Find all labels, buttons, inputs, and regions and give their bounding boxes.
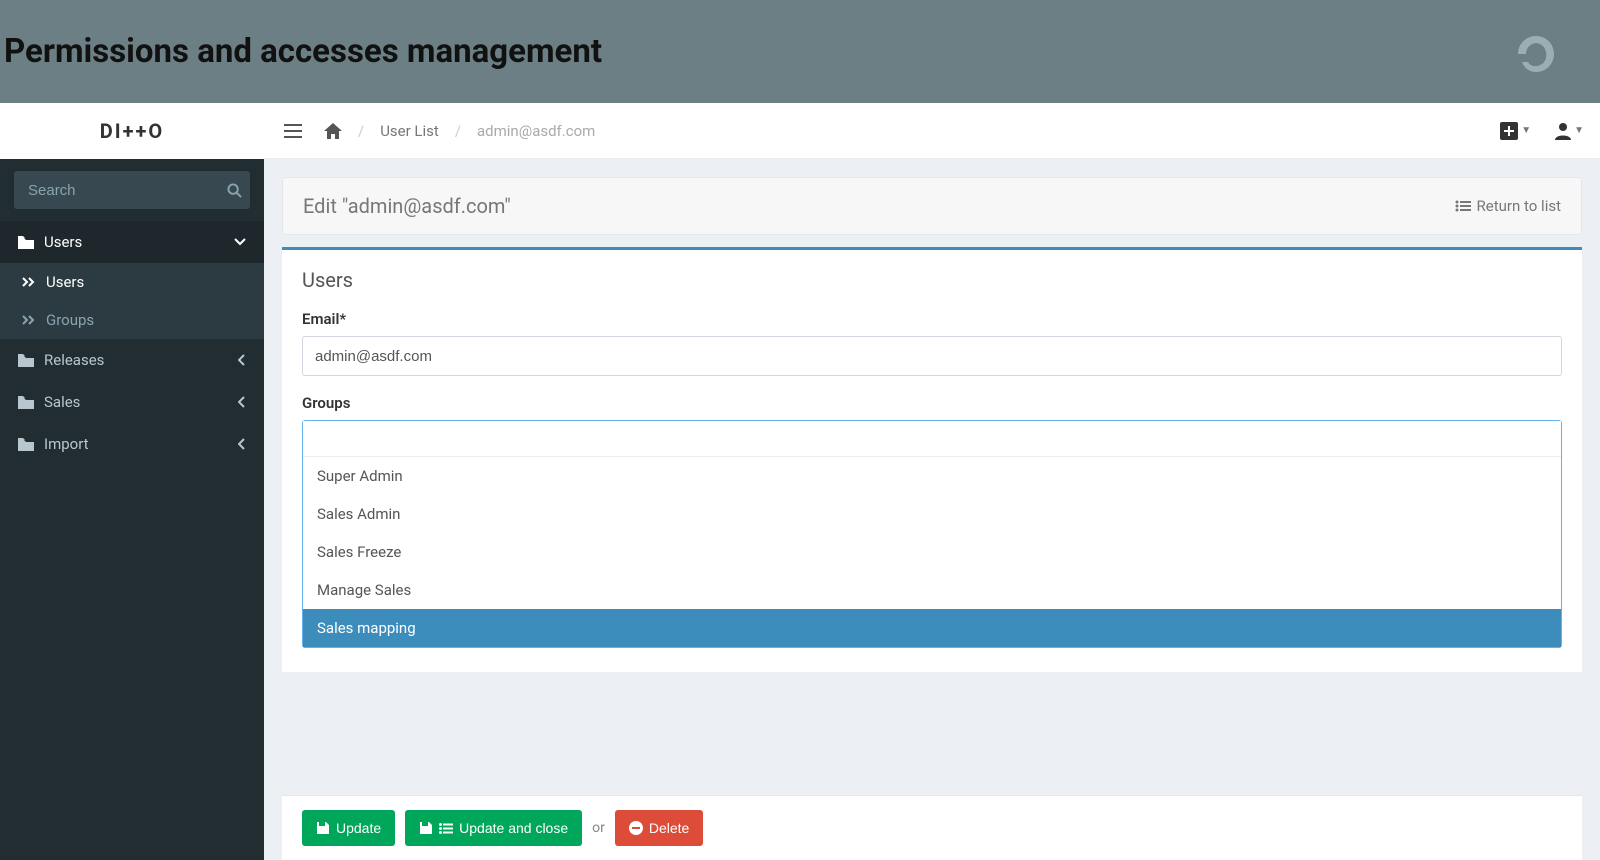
sidebar-subitem-label: Users [46, 273, 84, 291]
sidebar-item-label: Sales [44, 393, 80, 411]
sidebar-search[interactable] [14, 171, 250, 209]
email-label: Email* [302, 310, 1562, 328]
breadcrumb: / User List / admin@asdf.com [324, 122, 595, 140]
caret-down-icon: ▼ [1521, 125, 1531, 136]
email-group: Email* [302, 310, 1562, 376]
list-icon [1455, 200, 1471, 212]
update-close-label: Update and close [459, 820, 568, 836]
folder-icon [18, 354, 34, 367]
app-frame: DI++O Users Users [0, 103, 1600, 860]
topnav: / User List / admin@asdf.com ▼ ▼ [264, 103, 1600, 159]
breadcrumb-sep: / [358, 122, 364, 140]
folder-icon [18, 236, 34, 249]
groups-options-list: Super Admin Sales Admin Sales Freeze Man… [303, 457, 1561, 647]
breadcrumb-item: admin@asdf.com [477, 122, 595, 140]
panel-body: Users Email* Groups Super Admin Sales Ad… [282, 247, 1582, 672]
sidebar-subitem-groups[interactable]: Groups [0, 301, 264, 339]
folder-icon [18, 438, 34, 451]
plus-square-icon [1500, 122, 1518, 140]
save-icon [419, 821, 433, 835]
search-input[interactable] [28, 182, 227, 199]
page-banner: Permissions and accesses management [0, 0, 1600, 103]
or-text: or [592, 820, 605, 836]
list-icon [439, 823, 453, 834]
delete-button[interactable]: Delete [615, 810, 703, 846]
sidebar-search-wrap [0, 159, 264, 221]
footer-actions: Update Update and close or Dele [282, 795, 1582, 860]
sidebar-item-label: Import [44, 435, 89, 453]
return-to-list-button[interactable]: Return to list [1455, 197, 1561, 215]
home-icon[interactable] [324, 123, 342, 139]
sidebar-item-import[interactable]: Import [0, 423, 264, 465]
minus-circle-icon [629, 821, 643, 835]
update-button[interactable]: Update [302, 810, 395, 846]
sidebar-item-label: Users [44, 233, 82, 251]
delete-label: Delete [649, 820, 689, 836]
search-icon [227, 183, 242, 198]
leaf-icon [1512, 30, 1560, 78]
update-label: Update [336, 820, 381, 836]
group-option[interactable]: Sales Freeze [303, 533, 1561, 571]
breadcrumb-sep: / [455, 122, 461, 140]
hamburger-icon[interactable] [280, 120, 306, 142]
banner-title: Permissions and accesses management [0, 32, 602, 71]
groups-select[interactable]: Super Admin Sales Admin Sales Freeze Man… [302, 420, 1562, 648]
update-and-close-button[interactable]: Update and close [405, 810, 582, 846]
chevron-left-icon [238, 396, 246, 408]
save-icon [316, 821, 330, 835]
folder-icon [18, 396, 34, 409]
sidebar-item-users[interactable]: Users [0, 221, 264, 263]
sidebar: DI++O Users Users [0, 103, 264, 860]
double-chevron-icon [22, 277, 36, 287]
groups-search-input[interactable] [303, 421, 1561, 457]
add-menu[interactable]: ▼ [1500, 122, 1531, 140]
group-option[interactable]: Sales mapping [303, 609, 1561, 647]
groups-group: Groups Super Admin Sales Admin Sales Fre… [302, 394, 1562, 648]
logo-text: DI++O [100, 119, 164, 143]
panel-title: Edit "admin@asdf.com" [303, 194, 511, 218]
content: Edit "admin@asdf.com" Return to list Use… [264, 159, 1600, 860]
user-menu[interactable]: ▼ [1555, 122, 1584, 140]
double-chevron-icon [22, 315, 36, 325]
group-option[interactable]: Manage Sales [303, 571, 1561, 609]
sidebar-subitem-label: Groups [46, 311, 94, 329]
caret-down-icon: ▼ [1574, 125, 1584, 136]
sidebar-item-releases[interactable]: Releases [0, 339, 264, 381]
chevron-left-icon [238, 438, 246, 450]
sidebar-subitem-users[interactable]: Users [0, 263, 264, 301]
topnav-right: ▼ ▼ [1500, 122, 1584, 140]
section-title: Users [302, 268, 1562, 292]
group-option[interactable]: Super Admin [303, 457, 1561, 495]
sidebar-item-sales[interactable]: Sales [0, 381, 264, 423]
chevron-down-icon [234, 238, 246, 246]
group-option[interactable]: Sales Admin [303, 495, 1561, 533]
logo: DI++O [0, 103, 264, 159]
user-icon [1555, 122, 1571, 140]
groups-label: Groups [302, 394, 1562, 412]
panel-header: Edit "admin@asdf.com" Return to list [282, 177, 1582, 235]
email-field[interactable] [302, 336, 1562, 376]
main-area: / User List / admin@asdf.com ▼ ▼ Edit "a… [264, 103, 1600, 860]
return-label: Return to list [1477, 197, 1561, 215]
breadcrumb-item[interactable]: User List [380, 122, 439, 140]
sidebar-item-label: Releases [44, 351, 104, 369]
chevron-left-icon [238, 354, 246, 366]
